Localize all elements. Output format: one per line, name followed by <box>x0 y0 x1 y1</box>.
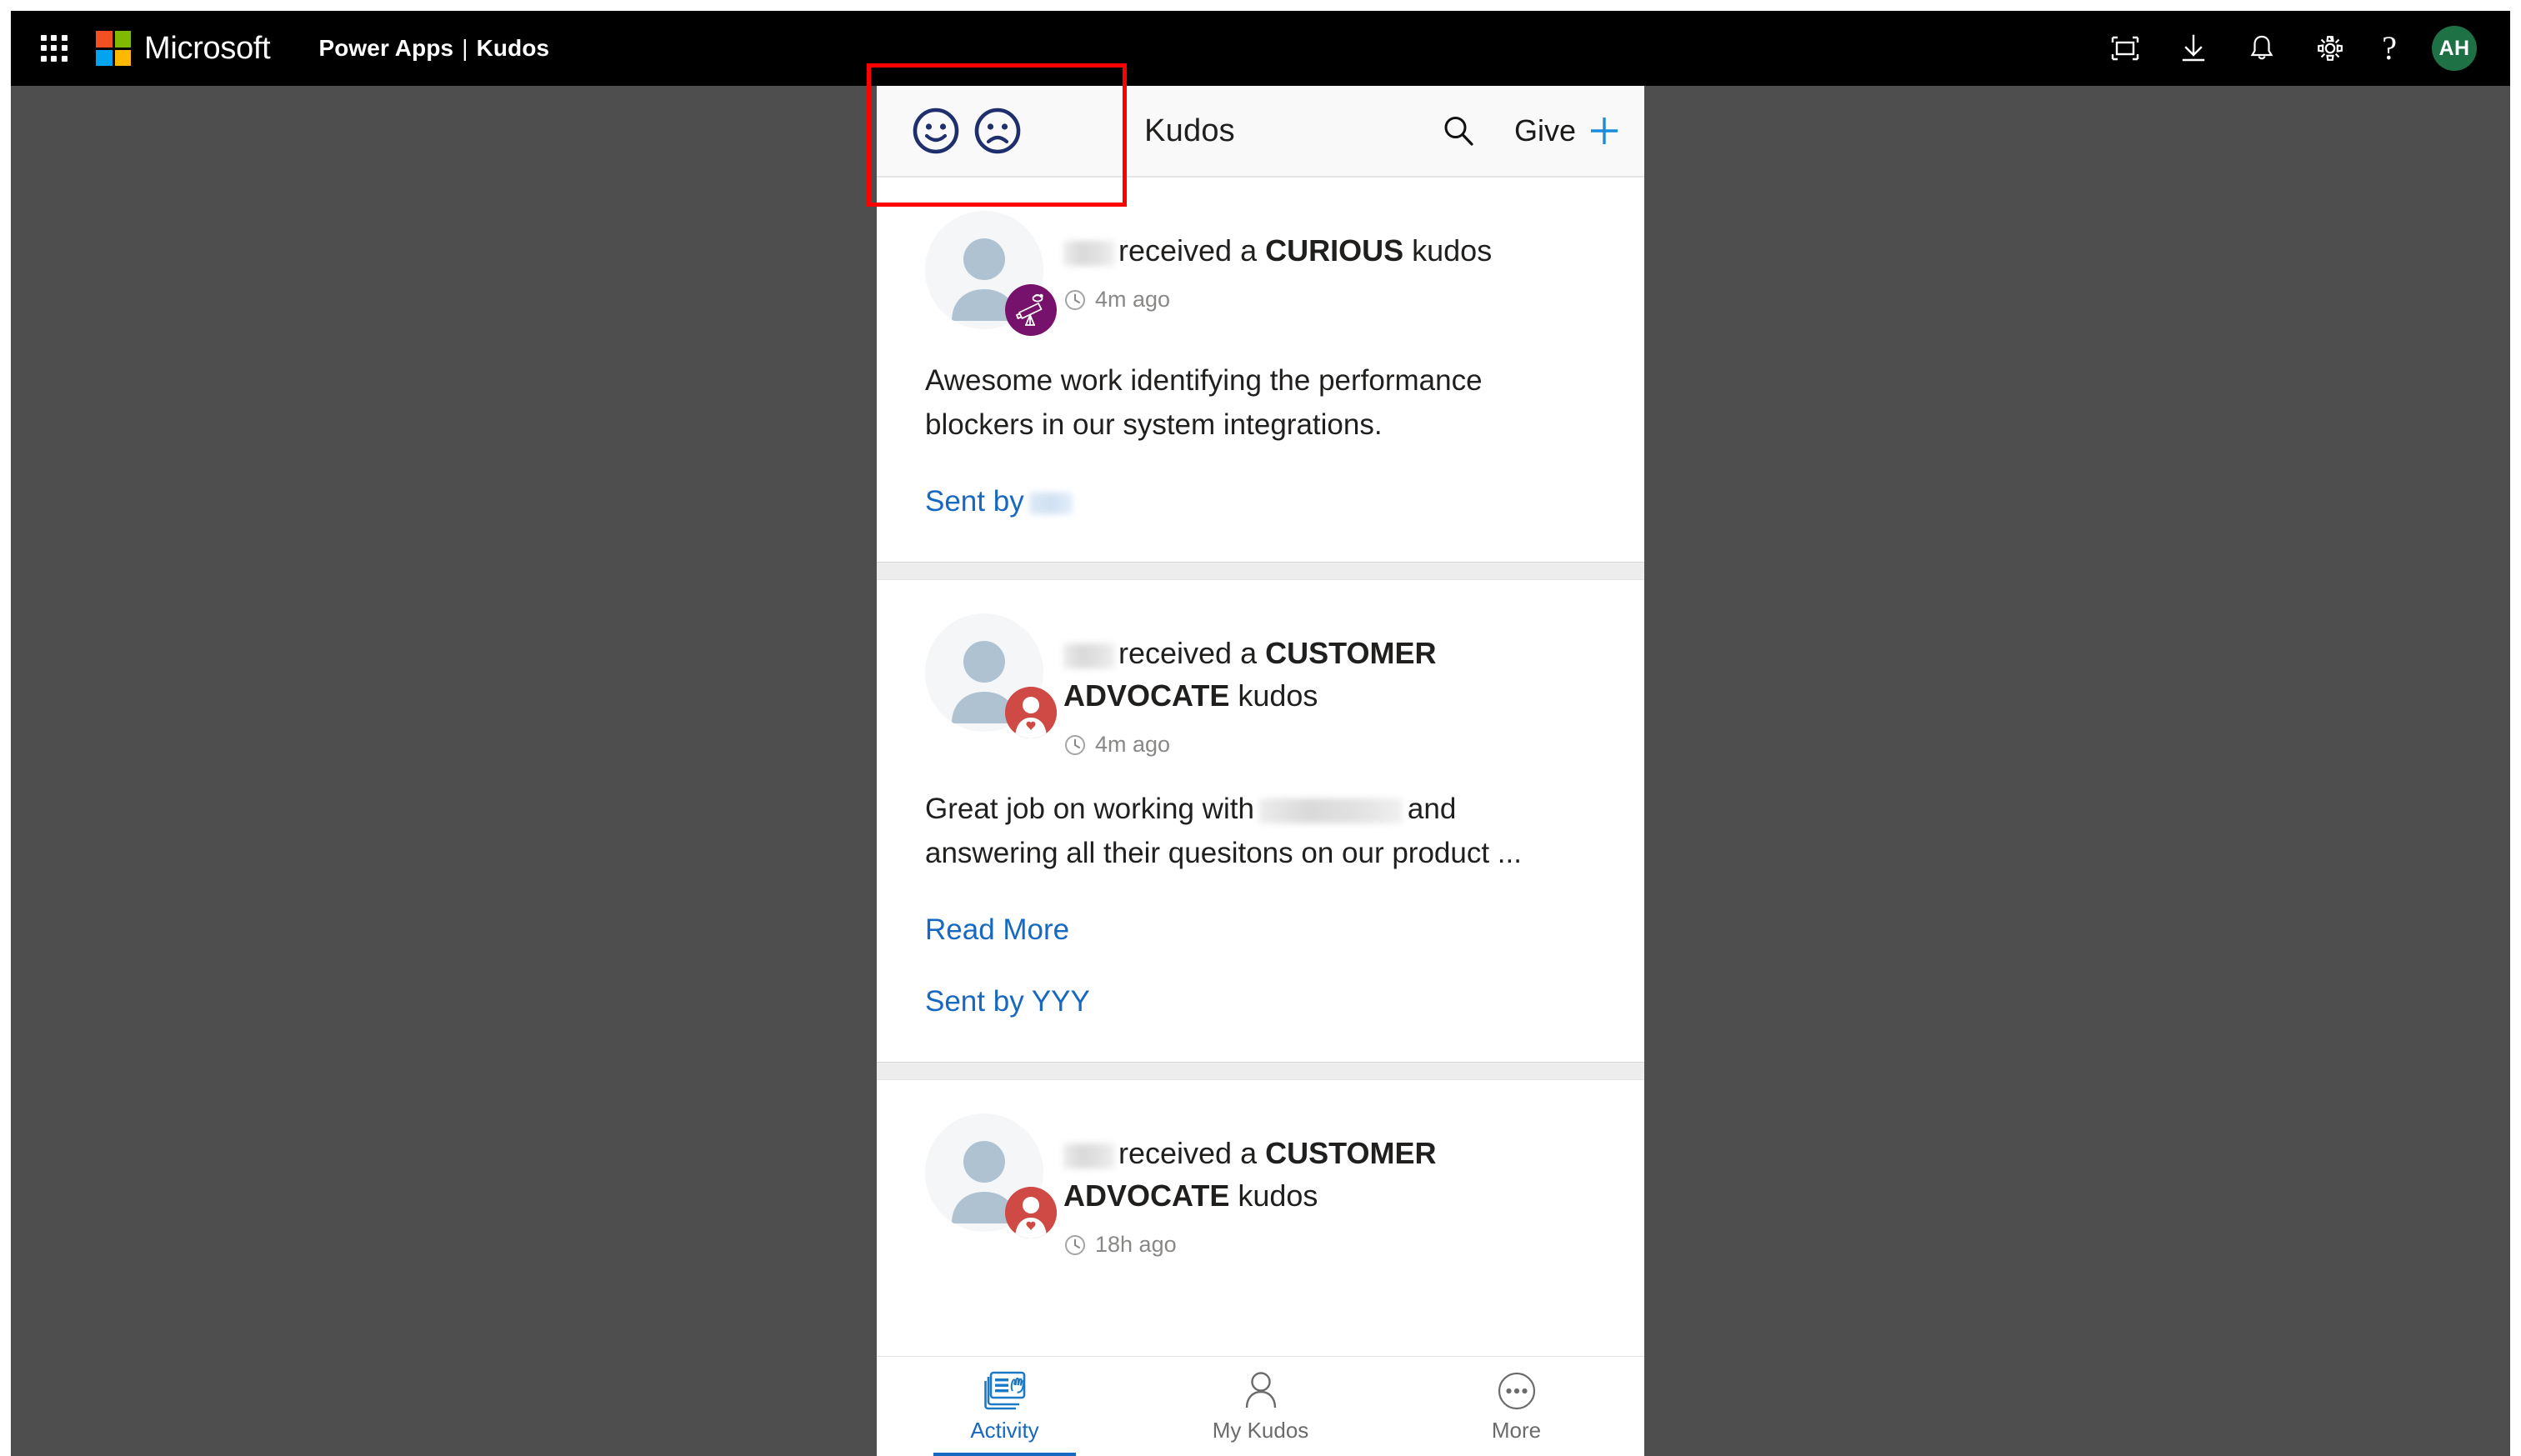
topbar-actions: ? AH <box>2108 26 2477 71</box>
timestamp: 4m ago <box>1095 732 1171 758</box>
headline-prefix: received a <box>1118 636 1266 670</box>
nav-active-underline <box>933 1453 1077 1456</box>
sent-by-link[interactable]: Sent by <box>925 485 1073 518</box>
nav-label-my-kudos: My Kudos <box>1212 1418 1309 1443</box>
ellipsis-circle-icon <box>1498 1372 1535 1410</box>
redacted-recipient-name <box>1063 241 1115 266</box>
clock-icon <box>1065 289 1085 310</box>
bottom-navigation: Activity My Kudos More <box>877 1356 1644 1456</box>
timestamp-row: 18h ago <box>1063 1232 1596 1258</box>
kudos-type: CURIOUS <box>1265 233 1404 268</box>
feedback-face-buttons <box>877 107 1022 155</box>
kudos-card[interactable]: received a CURIOUS kudos 4m ago Awesome … <box>877 178 1644 562</box>
redacted-recipient-name <box>1063 643 1115 668</box>
sent-by-label: Sent by <box>925 485 1024 518</box>
kudos-headline: received a CURIOUS kudos <box>1063 229 1596 272</box>
sad-face-icon[interactable] <box>973 107 1022 155</box>
message-part-1: Great job on working with <box>925 793 1254 826</box>
kudos-card[interactable]: received a CUSTOMER ADVOCATE kudos 18h a… <box>877 1080 1644 1258</box>
kudos-card-meta: received a CUSTOMER ADVOCATE kudos 18h a… <box>1063 1113 1596 1258</box>
account-avatar[interactable]: AH <box>2432 26 2477 71</box>
kudos-card-meta: received a CURIOUS kudos 4m ago <box>1063 211 1596 313</box>
avatar <box>925 1113 1057 1239</box>
nav-label-activity: Activity <box>970 1418 1039 1443</box>
download-icon[interactable] <box>2177 32 2210 65</box>
card-spacer <box>925 518 1596 562</box>
browser-workspace: Microsoft Power Apps | Kudos ? AH Kudos … <box>11 11 2510 1456</box>
clock-icon <box>1065 1234 1085 1255</box>
redacted-recipient-name <box>1063 1143 1115 1169</box>
avatar <box>925 613 1057 738</box>
search-icon[interactable] <box>1441 113 1476 148</box>
nav-item-more[interactable]: More <box>1388 1357 1644 1456</box>
give-kudos-button[interactable]: Give <box>1514 113 1623 149</box>
kudos-card-meta: received a CUSTOMER ADVOCATE kudos 4m ag… <box>1063 613 1596 758</box>
timestamp-row: 4m ago <box>1063 287 1596 313</box>
breadcrumb-app: Kudos <box>476 35 550 61</box>
give-label: Give <box>1513 113 1576 148</box>
kudos-message: Awesome work identifying the performance… <box>925 364 1483 441</box>
telescope-icon <box>1005 284 1057 336</box>
kudos-card-header: received a CURIOUS kudos 4m ago <box>925 211 1596 336</box>
kudos-card-header: received a CUSTOMER ADVOCATE kudos 4m ag… <box>925 613 1596 758</box>
breadcrumb-product: Power Apps <box>318 35 454 61</box>
kudos-headline: received a CUSTOMER ADVOCATE kudos <box>1063 632 1596 717</box>
clock-icon <box>1065 734 1085 755</box>
help-icon[interactable]: ? <box>2382 32 2397 65</box>
nav-item-my-kudos[interactable]: My Kudos <box>1133 1357 1388 1456</box>
headline-prefix: received a <box>1118 233 1266 268</box>
kudos-app-panel: Kudos Give received a CURIOUS kudos 4m a… <box>877 86 1644 1456</box>
headline-suffix: kudos <box>1403 233 1493 268</box>
redacted-sender-name <box>1028 493 1073 514</box>
kudos-card-header: received a CUSTOMER ADVOCATE kudos 18h a… <box>925 1113 1596 1258</box>
kudos-message: Great job on working with and answering a… <box>925 788 1596 875</box>
card-separator <box>877 562 1644 580</box>
headline-suffix: kudos <box>1229 1178 1318 1213</box>
redacted-customer-name <box>1258 798 1403 824</box>
read-more-link[interactable]: Read More <box>925 913 1069 947</box>
kudos-card[interactable]: received a CUSTOMER ADVOCATE kudos 4m ag… <box>877 580 1644 1063</box>
breadcrumb-separator: | <box>462 35 468 61</box>
microsoft-suite-bar: Microsoft Power Apps | Kudos ? AH <box>11 11 2510 86</box>
header-action-group: Give <box>1441 113 1644 149</box>
microsoft-wordmark[interactable]: Microsoft <box>144 31 271 67</box>
timestamp: 4m ago <box>1095 287 1171 313</box>
card-separator <box>877 1062 1644 1081</box>
microsoft-logo-icon <box>96 31 131 66</box>
timestamp-row: 4m ago <box>1063 732 1596 758</box>
fullscreen-icon[interactable] <box>2108 32 2142 65</box>
kudos-feed[interactable]: received a CURIOUS kudos 4m ago Awesome … <box>877 178 1644 1356</box>
customer-advocate-icon <box>1005 1187 1057 1239</box>
plus-icon <box>1591 118 1618 144</box>
card-spacer <box>925 1018 1596 1062</box>
happy-face-icon[interactable] <box>912 107 960 155</box>
app-breadcrumb[interactable]: Power Apps | Kudos <box>318 35 549 62</box>
headline-suffix: kudos <box>1229 678 1318 713</box>
kudos-headline: received a CUSTOMER ADVOCATE kudos <box>1063 1132 1596 1217</box>
timestamp: 18h ago <box>1095 1232 1177 1258</box>
activity-cards-clap-icon <box>983 1371 1025 1410</box>
customer-advocate-icon <box>1005 687 1057 738</box>
nav-label-more: More <box>1491 1418 1542 1443</box>
app-launcher-waffle-icon[interactable] <box>36 30 73 67</box>
sent-by-link[interactable]: Sent by YYY <box>925 985 1090 1018</box>
nav-item-activity[interactable]: Activity <box>877 1357 1133 1456</box>
notification-bell-icon[interactable] <box>2245 32 2278 65</box>
headline-prefix: received a <box>1118 1136 1266 1171</box>
person-outline-icon <box>1245 1372 1276 1408</box>
avatar <box>925 211 1057 336</box>
settings-gear-icon[interactable] <box>2313 32 2347 65</box>
screenshot-root: Microsoft Power Apps | Kudos ? AH Kudos … <box>0 0 2521 1456</box>
kudos-app-header: Kudos Give <box>877 86 1644 178</box>
